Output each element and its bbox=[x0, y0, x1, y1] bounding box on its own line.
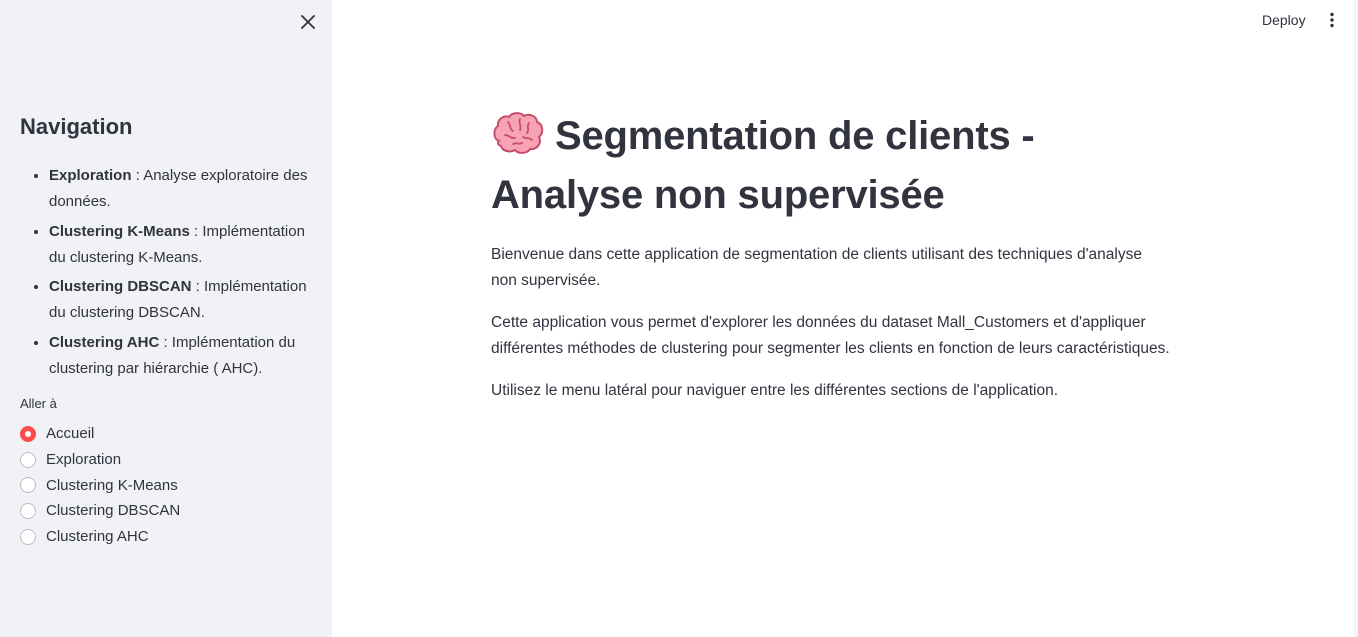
radio-option-label[interactable]: Clustering DBSCAN bbox=[46, 502, 180, 519]
brain-icon bbox=[491, 111, 545, 169]
sidebar: Navigation Exploration : Analyse explora… bbox=[0, 0, 332, 637]
main-content: Segmentation de clients - Analyse non su… bbox=[491, 110, 1171, 404]
more-vertical-icon bbox=[1330, 12, 1334, 28]
app: Navigation Exploration : Analyse explora… bbox=[0, 0, 1358, 637]
description-paragraph: Cette application vous permet d'explorer… bbox=[491, 314, 1170, 357]
instruction-paragraph: Utilisez le menu latéral pour naviguer e… bbox=[491, 382, 1059, 399]
radio-button[interactable] bbox=[20, 502, 36, 519]
radio-button[interactable] bbox=[20, 451, 36, 468]
list-item-label: Clustering AHC bbox=[49, 333, 160, 351]
intro-paragraph: Bienvenue dans cette application de segm… bbox=[491, 246, 1142, 289]
radio-group-label: Aller à bbox=[20, 396, 57, 411]
page-title-text: Segmentation de clients - Analyse non su… bbox=[491, 114, 1035, 217]
radio-button[interactable] bbox=[20, 425, 36, 442]
list-item-label: Clustering DBSCAN bbox=[49, 278, 192, 295]
list-item: Clustering DBSCAN : Implémentation du cl… bbox=[49, 273, 312, 326]
list-item: Clustering K-Means : Implémentation du c… bbox=[49, 218, 312, 271]
radio-option-exploration[interactable]: Exploration bbox=[20, 447, 180, 473]
list-item: Clustering AHC : Implémentation du clust… bbox=[49, 329, 312, 382]
close-sidebar-button[interactable] bbox=[296, 10, 320, 34]
radio-option-label[interactable]: Clustering AHC bbox=[46, 528, 149, 545]
main-menu-button[interactable] bbox=[1320, 8, 1344, 32]
scrollbar-track[interactable] bbox=[1354, 0, 1358, 637]
radio-option-label[interactable]: Exploration bbox=[46, 451, 121, 468]
radio-option-kmeans[interactable]: Clustering K-Means bbox=[20, 472, 180, 498]
page-title: Segmentation de clients - Analyse non su… bbox=[491, 110, 1171, 222]
nav-description-list: Exploration : Analyse exploratoire des d… bbox=[20, 162, 312, 384]
radio-button[interactable] bbox=[20, 528, 36, 545]
radio-button[interactable] bbox=[20, 477, 36, 494]
radio-option-label[interactable]: Clustering K-Means bbox=[46, 477, 178, 494]
close-icon bbox=[301, 15, 315, 29]
deploy-button[interactable]: Deploy bbox=[1254, 8, 1314, 32]
list-item: Exploration : Analyse exploratoire des d… bbox=[49, 162, 312, 215]
radio-option-dbscan[interactable]: Clustering DBSCAN bbox=[20, 498, 180, 524]
list-item-label: Clustering K-Means bbox=[49, 222, 190, 240]
page-radio-group: Accueil Exploration Clustering K-Means C… bbox=[20, 421, 180, 549]
radio-option-ahc[interactable]: Clustering AHC bbox=[20, 524, 180, 550]
list-item-label: Exploration bbox=[49, 167, 132, 184]
radio-option-label[interactable]: Accueil bbox=[46, 425, 94, 442]
sidebar-title: Navigation bbox=[20, 114, 133, 139]
radio-option-accueil[interactable]: Accueil bbox=[20, 421, 180, 447]
